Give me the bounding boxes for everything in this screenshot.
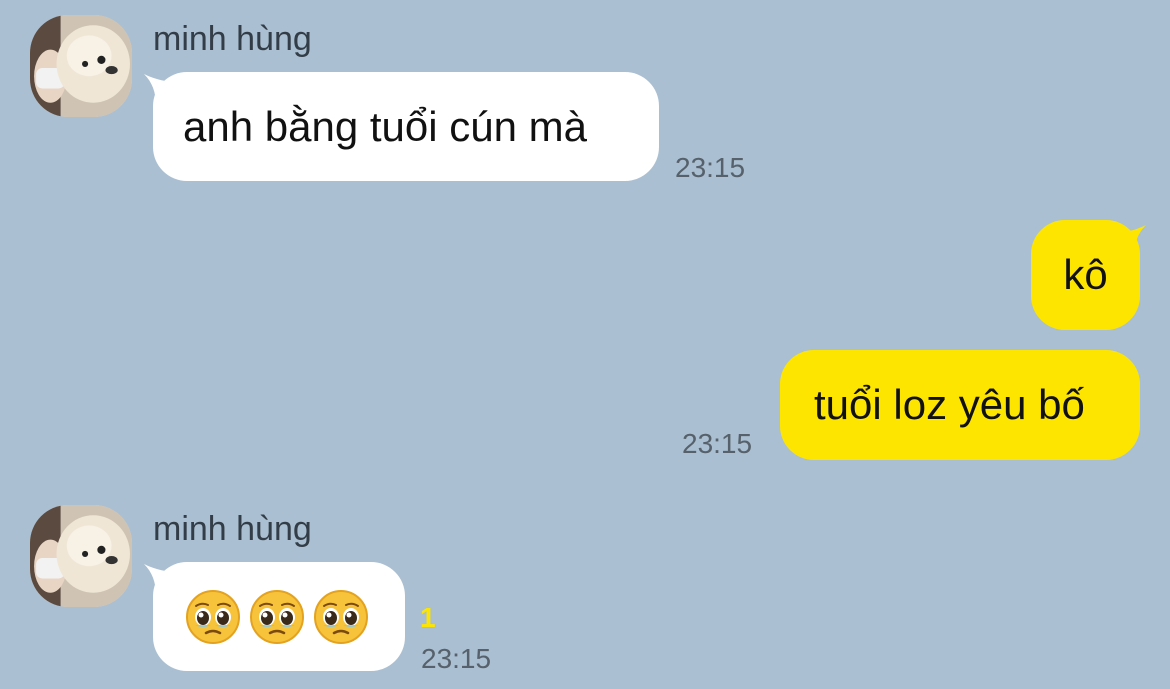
message-time: 23:15 xyxy=(421,643,492,674)
sender-name: minh hùng xyxy=(153,510,312,548)
avatar-photo-icon xyxy=(30,15,132,117)
pleading-face-emoji xyxy=(185,589,241,645)
sender-name: minh hùng xyxy=(153,20,312,58)
avatar-photo-icon xyxy=(30,505,132,607)
message-text: kô xyxy=(1063,251,1108,298)
message-time: 23:15 xyxy=(682,428,753,459)
message-bubble[interactable] xyxy=(153,562,405,671)
pleading-face-emoji xyxy=(249,589,305,645)
sender-avatar[interactable] xyxy=(30,505,132,607)
message-bubble[interactable]: kô xyxy=(1031,220,1140,330)
message-bubble[interactable]: anh bằng tuổi cún mà xyxy=(153,72,659,181)
unread-count-badge: 1 xyxy=(420,602,436,633)
message-bubble[interactable]: tuổi loz yêu bố xyxy=(780,350,1140,460)
message-time: 23:15 xyxy=(675,152,746,183)
message-text: anh bằng tuổi cún mà xyxy=(183,102,587,150)
sender-avatar[interactable] xyxy=(30,15,132,117)
pleading-face-emoji xyxy=(313,589,369,645)
message-text: tuổi loz yêu bố xyxy=(814,381,1085,428)
